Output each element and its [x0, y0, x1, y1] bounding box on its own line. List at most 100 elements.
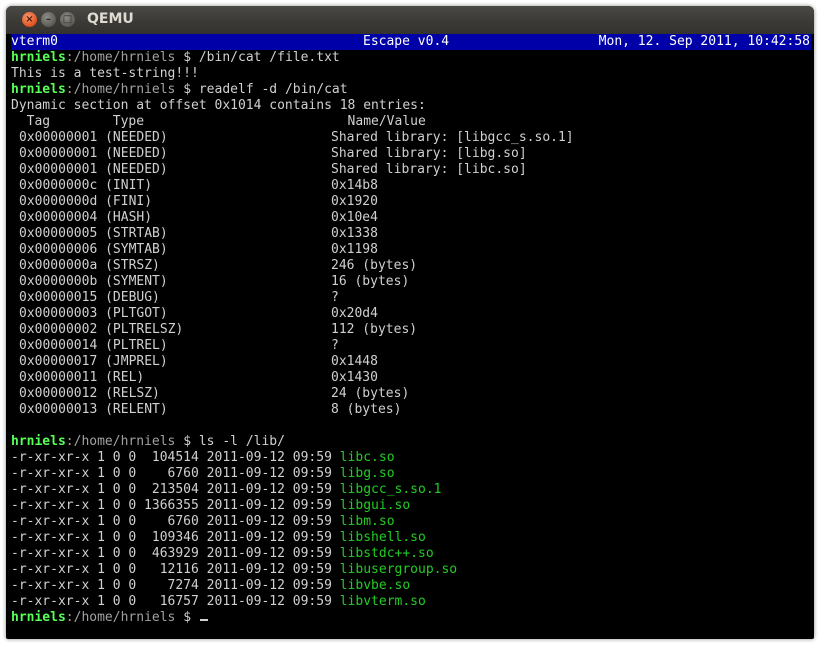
prompt-user: hrniels [11, 50, 66, 65]
entry-value: Shared library: [libgcc_s.so.1] [331, 130, 574, 145]
minimize-button[interactable]: – [41, 12, 56, 27]
readelf-entry: 0x0000000d (FINI) 0x1920 [11, 194, 811, 210]
prompt-line: hrniels:/home/hrniels $ readelf -d /bin/… [11, 82, 811, 98]
prompt-symbol: $ [175, 82, 199, 97]
status-datetime: Mon, 12. Sep 2011, 10:42:58 [598, 34, 810, 49]
entry-value: 16 (bytes) [331, 274, 410, 289]
text-cursor [199, 619, 208, 621]
file-name: libgui.so [339, 498, 411, 513]
file-name: libvterm.so [339, 594, 426, 609]
entry-tag: 0x00000017 (JMPREL) [19, 354, 168, 369]
entry-tag: 0x00000006 (SYMTAB) [19, 242, 168, 257]
ls-entry: -r-xr-xr-x 1 0 0 6760 2011-09-12 09:59 l… [11, 514, 811, 530]
readelf-entry: 0x0000000a (STRSZ) 246 (bytes) [11, 258, 811, 274]
maximize-button[interactable]: □ [60, 12, 75, 27]
entry-tag: 0x00000015 (DEBUG) [19, 290, 160, 305]
file-info: -r-xr-xr-x 1 0 0 1366355 2011-09-12 09:5… [11, 498, 340, 513]
readelf-entry: 0x00000001 (NEEDED) Shared library: [libg… [11, 130, 811, 146]
command-text: /bin/cat /file.txt [198, 50, 340, 65]
file-name: libc.so [339, 450, 395, 465]
terminal-screen[interactable]: vterm0 Escape v0.4 Mon, 12. Sep 2011, 10… [11, 34, 811, 634]
entry-value: 0x1448 [331, 354, 378, 369]
ls-entry: -r-xr-xr-x 1 0 0 7274 2011-09-12 09:59 l… [11, 578, 811, 594]
entry-tag: 0x00000001 (NEEDED) [19, 146, 168, 161]
entry-tag: 0x00000005 (STRTAB) [19, 226, 168, 241]
entry-tag: 0x00000004 (HASH) [19, 210, 153, 225]
readelf-header: Dynamic section at offset 0x1014 contain… [11, 98, 426, 113]
prompt-line-active[interactable]: hrniels:/home/hrniels $ [11, 610, 811, 626]
entry-value: 246 (bytes) [331, 258, 418, 273]
entry-value: Shared library: [libc.so] [331, 162, 527, 177]
entry-value: ? [331, 338, 339, 353]
prompt-symbol: $ [175, 50, 199, 65]
entry-tag: 0x0000000b (SYMENT) [19, 274, 168, 289]
minimize-icon: – [46, 14, 51, 25]
prompt-symbol: $ [175, 434, 199, 449]
file-info: -r-xr-xr-x 1 0 0 213504 2011-09-12 09:59 [11, 482, 340, 497]
ls-entry: -r-xr-xr-x 1 0 0 6760 2011-09-12 09:59 l… [11, 466, 811, 482]
readelf-column-header: Tag Type Name/Value [11, 114, 426, 129]
file-info: -r-xr-xr-x 1 0 0 12116 2011-09-12 09:59 [11, 562, 340, 577]
prompt-path: :/home/hrniels [65, 610, 176, 625]
file-info: -r-xr-xr-x 1 0 0 104514 2011-09-12 09:59 [11, 450, 340, 465]
readelf-entry: 0x00000005 (STRTAB) 0x1338 [11, 226, 811, 242]
entry-tag: 0x00000001 (NEEDED) [19, 162, 168, 177]
entry-value: 0x1920 [331, 194, 378, 209]
file-name: libvbe.so [339, 578, 411, 593]
close-icon: × [25, 14, 34, 25]
output-line: This is a test-string!!! [11, 66, 199, 81]
ls-entry: -r-xr-xr-x 1 0 0 463929 2011-09-12 09:59… [11, 546, 811, 562]
entry-tag: 0x00000002 (PLTRELSZ) [19, 322, 184, 337]
file-info: -r-xr-xr-x 1 0 0 463929 2011-09-12 09:59 [11, 546, 340, 561]
ls-entry: -r-xr-xr-x 1 0 0 109346 2011-09-12 09:59… [11, 530, 811, 546]
close-button[interactable]: × [22, 12, 37, 27]
terminal-output: hrniels:/home/hrniels $ /bin/cat /file.t… [11, 50, 811, 626]
file-info: -r-xr-xr-x 1 0 0 6760 2011-09-12 09:59 [11, 514, 340, 529]
ls-entry: -r-xr-xr-x 1 0 0 104514 2011-09-12 09:59… [11, 450, 811, 466]
readelf-entry: 0x00000003 (PLTGOT) 0x20d4 [11, 306, 811, 322]
readelf-entry: 0x00000013 (RELENT) 8 (bytes) [11, 402, 811, 418]
readelf-entry: 0x00000011 (REL) 0x1430 [11, 370, 811, 386]
prompt-user: hrniels [11, 82, 66, 97]
ls-entry: -r-xr-xr-x 1 0 0 213504 2011-09-12 09:59… [11, 482, 811, 498]
entry-value: 0x14b8 [331, 178, 378, 193]
entry-value: 0x1198 [331, 242, 378, 257]
entry-tag: 0x00000014 (PLTREL) [19, 338, 168, 353]
readelf-entry: 0x00000015 (DEBUG)? [11, 290, 811, 306]
entry-value: Shared library: [libg.so] [331, 146, 527, 161]
readelf-entry: 0x00000004 (HASH) 0x10e4 [11, 210, 811, 226]
entry-tag: 0x00000003 (PLTGOT) [19, 306, 168, 321]
entry-value: 0x10e4 [331, 210, 378, 225]
prompt-path: :/home/hrniels [65, 434, 176, 449]
status-bar: vterm0 Escape v0.4 Mon, 12. Sep 2011, 10… [11, 34, 811, 50]
maximize-icon: □ [62, 14, 73, 25]
readelf-entry: 0x00000012 (RELSZ) 24 (bytes) [11, 386, 811, 402]
prompt-path: :/home/hrniels [65, 82, 176, 97]
entry-value: 24 (bytes) [331, 386, 410, 401]
status-os-version: Escape v0.4 [363, 34, 450, 49]
readelf-entry: 0x00000017 (JMPREL) 0x1448 [11, 354, 811, 370]
ls-entry: -r-xr-xr-x 1 0 0 1366355 2011-09-12 09:5… [11, 498, 811, 514]
file-name: libstdc++.so [339, 546, 434, 561]
readelf-entry: 0x00000001 (NEEDED) Shared library: [libg… [11, 146, 811, 162]
entry-value: 112 (bytes) [331, 322, 418, 337]
entry-tag: 0x0000000d (FINI) [19, 194, 153, 209]
entry-tag: 0x0000000a (STRSZ) [19, 258, 160, 273]
entry-value: ? [331, 290, 339, 305]
readelf-entry: 0x00000014 (PLTREL)? [11, 338, 811, 354]
title-bar[interactable]: × – □ QEMU [6, 6, 814, 34]
file-name: libusergroup.so [339, 562, 458, 577]
prompt-line: hrniels:/home/hrniels $ ls -l /lib/ [11, 434, 811, 450]
prompt-symbol: $ [175, 610, 199, 625]
file-name: libshell.so [339, 530, 426, 545]
readelf-entry: 0x0000000b (SYMENT) 16 (bytes) [11, 274, 811, 290]
prompt-user: hrniels [11, 610, 66, 625]
ls-entry: -r-xr-xr-x 1 0 0 12116 2011-09-12 09:59 … [11, 562, 811, 578]
file-info: -r-xr-xr-x 1 0 0 16757 2011-09-12 09:59 [11, 594, 340, 609]
file-name: libg.so [339, 466, 395, 481]
entry-tag: 0x00000012 (RELSZ) [19, 386, 160, 401]
prompt-path: :/home/hrniels [65, 50, 176, 65]
entry-tag: 0x00000013 (RELENT) [19, 402, 168, 417]
ls-entry: -r-xr-xr-x 1 0 0 16757 2011-09-12 09:59 … [11, 594, 811, 610]
